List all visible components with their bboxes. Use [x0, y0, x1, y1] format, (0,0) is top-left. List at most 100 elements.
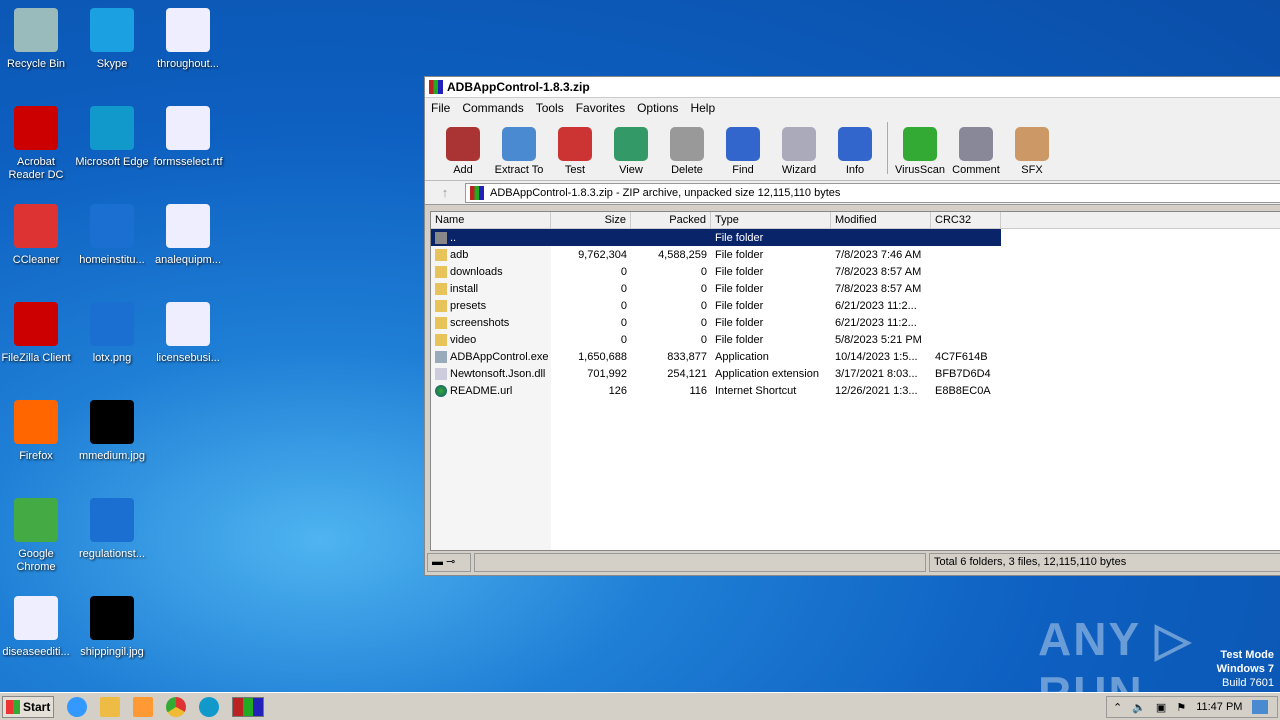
menu-options[interactable]: Options — [631, 101, 684, 115]
file-type: Internet Shortcut — [715, 384, 797, 397]
ie-icon[interactable] — [67, 696, 87, 717]
winrar-window[interactable]: ADBAppControl-1.8.3.zip File Commands Tool… — [424, 76, 1280, 576]
up-arrow-icon[interactable]: ↑ — [425, 185, 465, 200]
volume-icon[interactable]: 🔈 — [1132, 701, 1146, 714]
virusscan-icon — [903, 127, 937, 161]
file-row[interactable]: install 0 0 File folder 7/8/2023 8:57 AM — [431, 280, 1280, 297]
toolbar-label: Comment — [952, 164, 1000, 176]
homeinstitu-icon — [90, 204, 134, 248]
column-header-packed[interactable]: Packed — [631, 211, 711, 229]
delete-button[interactable]: Delete — [659, 127, 715, 176]
wizard-button[interactable]: Wizard — [771, 127, 827, 176]
desktop-icon-formsselect-rtf[interactable]: formsselect.rtf — [150, 106, 226, 169]
toolbar-label: Find — [732, 164, 754, 176]
file-row[interactable]: screenshots 0 0 File folder 6/21/2023 11… — [431, 314, 1280, 331]
file-list[interactable]: Name Size Packed Type Modified CRC32 .. File … — [430, 211, 1280, 551]
file-row[interactable]: video 0 0 File folder 5/8/2023 5:21 PM — [431, 331, 1280, 348]
show-hidden-icons[interactable]: ⌃ — [1113, 701, 1122, 714]
file-row[interactable]: Newtonsoft.Json.dll 701,992 254,121 Appl… — [431, 365, 1280, 382]
menu-tools[interactable]: Tools — [530, 101, 570, 115]
file-row[interactable]: README.url 126 116 Internet Shortcut 12/… — [431, 382, 1280, 399]
column-header-size[interactable]: Size — [551, 211, 631, 229]
file-row[interactable]: downloads 0 0 File folder 7/8/2023 8:57 … — [431, 263, 1280, 280]
sfx-button[interactable]: SFX — [1004, 127, 1060, 176]
toolbar-label: Delete — [671, 164, 703, 176]
info-button[interactable]: Info — [827, 127, 883, 176]
action-center-flag-icon[interactable]: ⚑ — [1176, 701, 1186, 714]
find-button[interactable]: Find — [715, 127, 771, 176]
network-icon[interactable]: ▣ — [1156, 701, 1166, 714]
desktop-icon-regulationst[interactable]: regulationst... — [74, 498, 150, 561]
menu-favorites[interactable]: Favorites — [570, 101, 631, 115]
view-button[interactable]: View — [603, 127, 659, 176]
file-row[interactable]: .. File folder — [431, 229, 1001, 246]
desktop-icon-filezilla-client[interactable]: FileZilla Client — [0, 302, 74, 365]
file-modified: 3/17/2021 8:03... — [835, 367, 918, 380]
toolbar-label: VirusScan — [895, 164, 945, 176]
desktop-icon-licensebusi[interactable]: licensebusi... — [150, 302, 226, 365]
column-header-crc32[interactable]: CRC32 — [931, 211, 1001, 229]
file-modified: 7/8/2023 8:57 AM — [835, 265, 922, 278]
desktop-icon-ccleaner[interactable]: CCleaner — [0, 204, 74, 267]
menu-commands[interactable]: Commands — [456, 101, 529, 115]
desktop-icon-homeinstitu[interactable]: homeinstitu... — [74, 204, 150, 267]
add-button[interactable]: Add — [435, 127, 491, 176]
desktop-icon-mmedium-jpg[interactable]: mmedium.jpg — [74, 400, 150, 463]
desktop-icon-analequipm[interactable]: analequipm... — [150, 204, 226, 267]
show-desktop-button[interactable] — [1252, 700, 1269, 714]
shippingil-jpg-icon — [90, 596, 134, 640]
test-button[interactable]: Test — [547, 127, 603, 176]
toolbar-label: SFX — [1021, 164, 1043, 176]
desktop-icon-skype[interactable]: Skype — [74, 8, 150, 71]
explorer-icon[interactable] — [100, 696, 120, 717]
column-header-type[interactable]: Type — [711, 211, 831, 229]
file-type: Application extension — [715, 367, 819, 380]
desktop-icon-shippingil-jpg[interactable]: shippingil.jpg — [74, 596, 150, 659]
title-bar[interactable]: ADBAppControl-1.8.3.zip — [425, 77, 1280, 98]
address-field[interactable]: ADBAppControl-1.8.3.zip - ZIP archive, u… — [465, 182, 1280, 203]
chrome-icon[interactable] — [166, 696, 186, 717]
column-header-modified[interactable]: Modified — [831, 211, 931, 229]
desktop-icon-diseaseediti[interactable]: diseaseediti... — [0, 596, 74, 659]
virusscan-button[interactable]: VirusScan — [892, 127, 948, 176]
media-player-icon[interactable] — [133, 696, 153, 717]
file-row[interactable]: ADBAppControl.exe 1,650,688 833,877 Appl… — [431, 348, 1280, 365]
desktop-icon-recycle-bin[interactable]: Recycle Bin — [0, 8, 74, 71]
desktop-icon-firefox[interactable]: Firefox — [0, 400, 74, 463]
file-size: 0 — [620, 333, 627, 346]
url-icon — [435, 384, 447, 397]
column-header-name[interactable]: Name — [431, 211, 551, 229]
menu-bar: File Commands Tools Favorites Options Help — [425, 98, 1280, 117]
file-row[interactable]: adb 9,762,304 4,588,259 File folder 7/8/… — [431, 246, 1280, 263]
menu-help[interactable]: Help — [684, 101, 721, 115]
toolbar-label: Wizard — [781, 164, 817, 176]
extract-to-button[interactable]: Extract To — [491, 127, 547, 176]
diseaseediti-icon — [14, 596, 58, 640]
comment-button[interactable]: Comment — [948, 127, 1004, 176]
desktop-icon-label: diseaseediti... — [2, 646, 70, 658]
desktop-icon-microsoft-edge[interactable]: Microsoft Edge — [74, 106, 150, 169]
winrar-taskbar-button[interactable] — [232, 696, 264, 717]
drive-icon[interactable]: ▬ ⊸ — [427, 553, 471, 572]
desktop-icon-label: licensebusi... — [156, 352, 220, 364]
desktop-icon-label: Recycle Bin — [6, 58, 66, 70]
start-button[interactable]: Start — [2, 695, 54, 718]
file-name: install — [450, 282, 479, 295]
menu-file[interactable]: File — [425, 101, 456, 115]
file-modified: 10/14/2023 1:5... — [835, 350, 918, 363]
toolbar-label: Test — [564, 164, 586, 176]
toolbar-label: Info — [845, 164, 865, 176]
file-size: 0 — [620, 299, 627, 312]
filezilla-client-icon — [14, 302, 58, 346]
watermark-line3: Build 7601 — [1222, 677, 1274, 689]
desktop-icon-google-chrome[interactable]: Google Chrome — [0, 498, 74, 574]
desktop-icon-throughout[interactable]: throughout... — [150, 8, 226, 71]
desktop-icon-label: shippingil.jpg — [80, 646, 144, 658]
file-packed: 0 — [700, 282, 707, 295]
desktop-icon-lotx-png[interactable]: lotx.png — [74, 302, 150, 365]
edge-icon[interactable] — [199, 696, 219, 717]
toolbar-label: Extract To — [494, 164, 544, 176]
desktop-icon-acrobat-reader-dc[interactable]: Acrobat Reader DC — [0, 106, 74, 182]
file-row[interactable]: presets 0 0 File folder 6/21/2023 11:2..… — [431, 297, 1280, 314]
clock[interactable]: 11:47 PM — [1196, 701, 1242, 713]
